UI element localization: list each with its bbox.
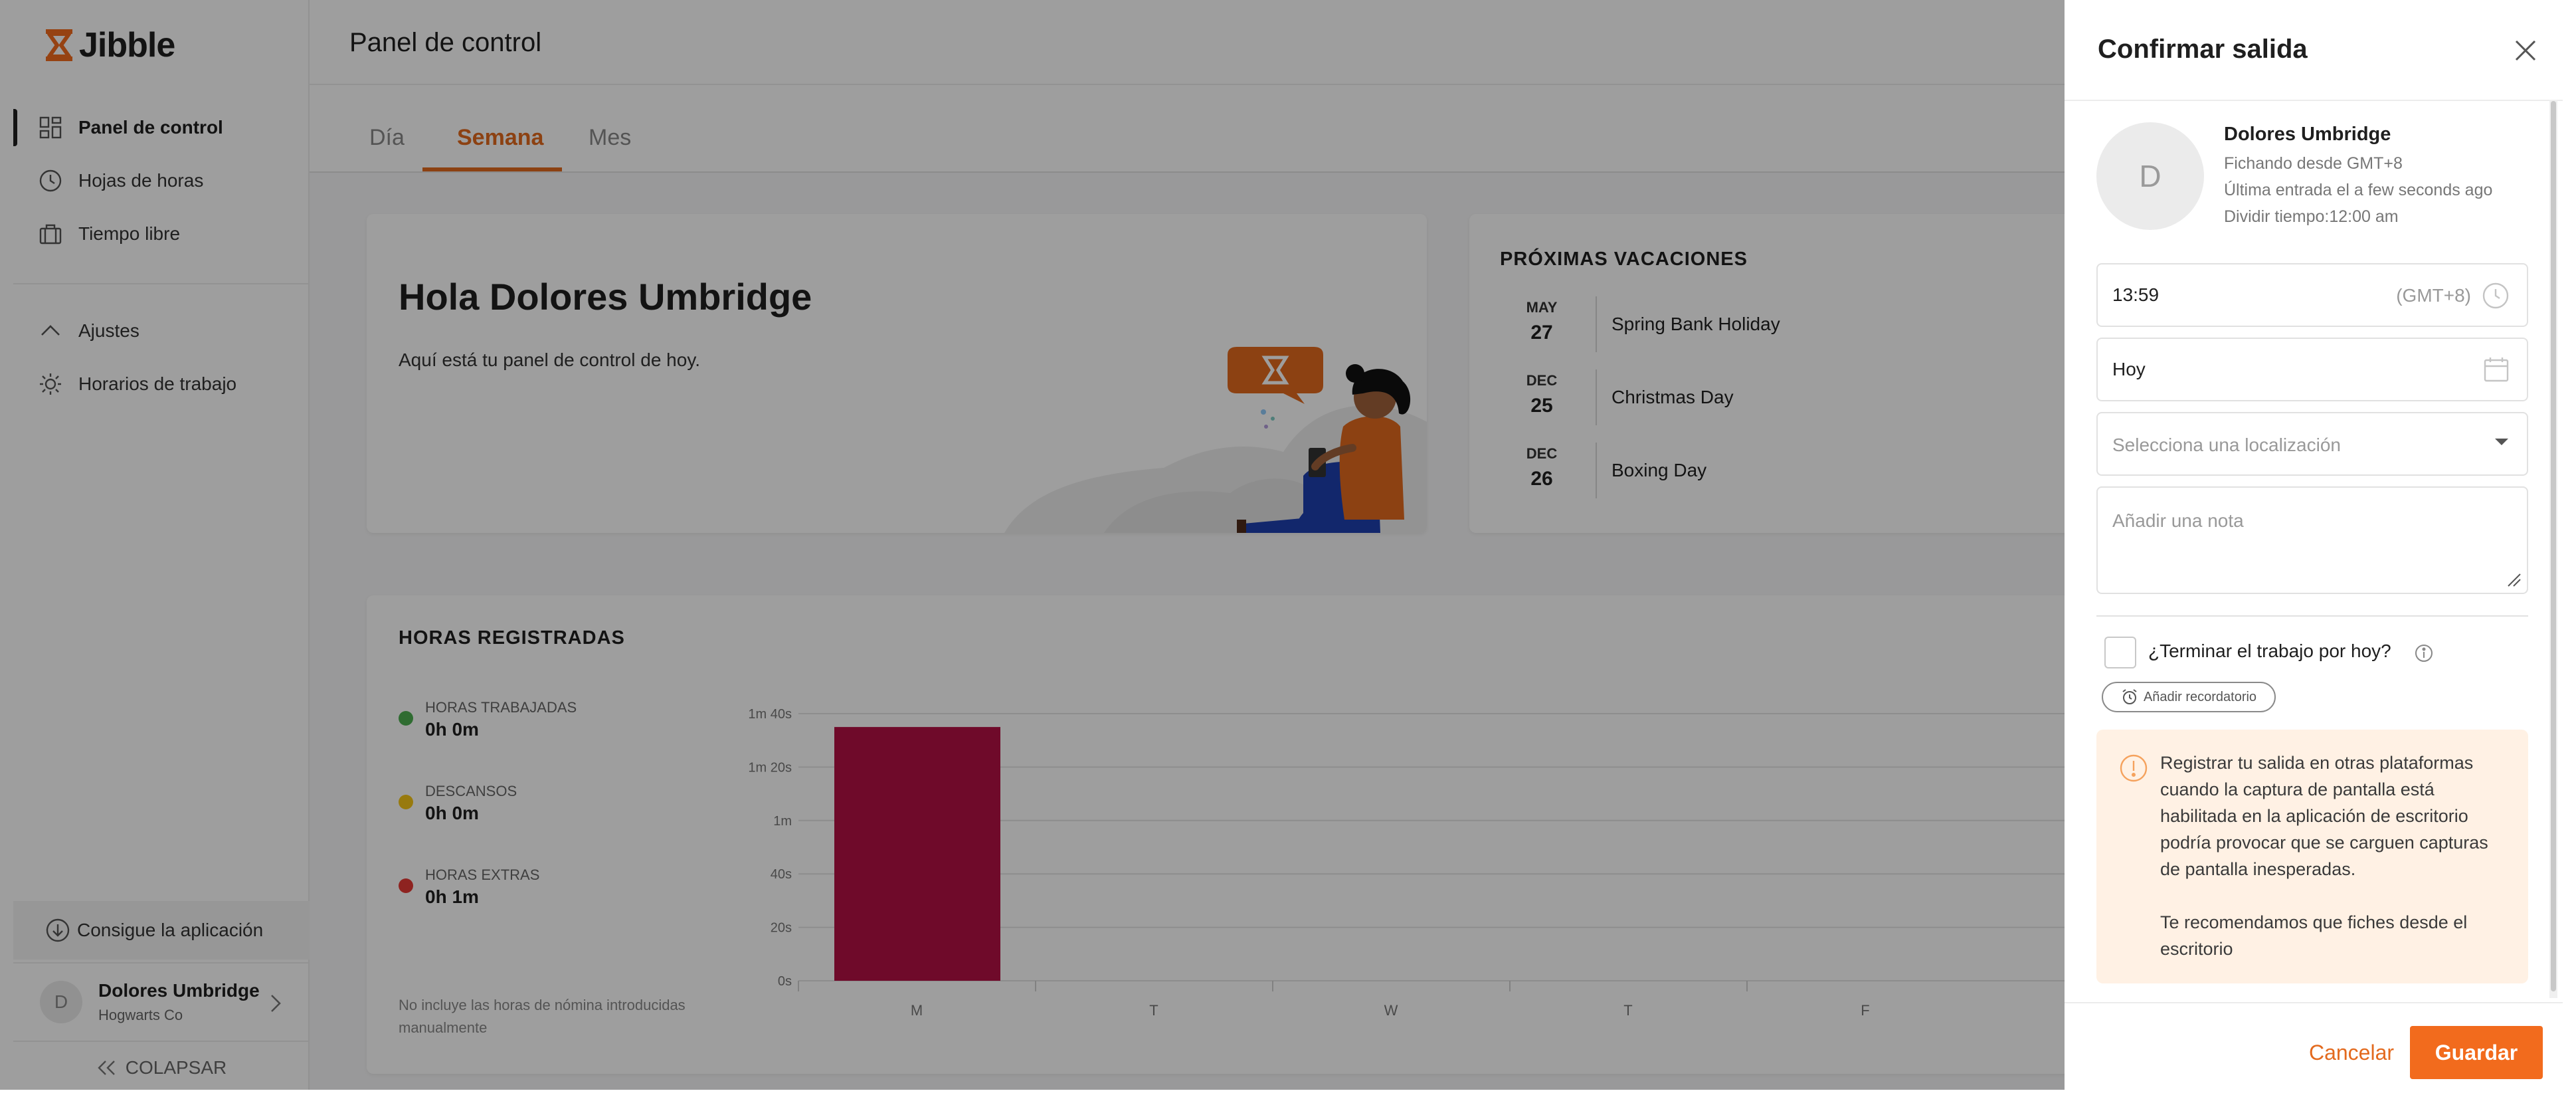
alert-paragraph: Registrar tu salida en otras plataformas… xyxy=(2160,753,2488,879)
member-name: Dolores Umbridge xyxy=(2224,124,2391,145)
last-entry-text: Última entrada el a few seconds ago xyxy=(2224,181,2493,199)
window-bottom-margin xyxy=(0,1090,2576,1115)
end-work-label: ¿Terminar el trabajo por hoy? xyxy=(2148,641,2391,661)
note-textarea[interactable] xyxy=(2098,488,2527,593)
split-time-text: Dividir tiempo:12:00 am xyxy=(2224,207,2399,226)
cancel-button[interactable]: Cancelar xyxy=(2298,1026,2405,1079)
clocking-from-text: Fichando desde GMT+8 xyxy=(2224,154,2403,173)
add-reminder-label: Añadir recordatorio xyxy=(2143,689,2257,704)
drawer-title: Confirmar salida xyxy=(2098,35,2308,64)
resize-handle-icon[interactable] xyxy=(2506,571,2522,587)
location-placeholder: Selecciona una localización xyxy=(2112,435,2341,455)
note-field[interactable] xyxy=(2096,486,2528,594)
scrollbar-thumb[interactable] xyxy=(2551,101,2556,991)
time-input[interactable]: 13:59 (GMT+8) xyxy=(2096,263,2528,327)
screenshot-warning-alert: Registrar tu salida en otras plataformas… xyxy=(2096,730,2528,983)
drawer-divider xyxy=(2065,100,2563,101)
add-reminder-button[interactable]: Añadir recordatorio xyxy=(2102,682,2276,712)
warning-icon xyxy=(2120,754,2148,782)
clock-out-drawer: Confirmar salida D Dolores Umbridge Fich… xyxy=(2065,0,2563,1090)
location-select[interactable]: Selecciona una localización xyxy=(2096,412,2528,476)
date-input[interactable]: Hoy xyxy=(2096,338,2528,401)
avatar: D xyxy=(2096,122,2204,230)
window-right-margin xyxy=(2563,0,2576,1090)
info-icon[interactable] xyxy=(2414,643,2434,663)
timezone-label: (GMT+8) xyxy=(2396,285,2471,306)
time-value: 13:59 xyxy=(2112,284,2160,305)
end-work-checkbox[interactable] xyxy=(2104,637,2136,668)
save-button[interactable]: Guardar xyxy=(2410,1026,2543,1079)
alarm-icon xyxy=(2122,689,2137,704)
alert-text: Registrar tu salida en otras plataformas… xyxy=(2160,750,2506,962)
caret-down-icon xyxy=(2495,439,2508,445)
drawer-divider xyxy=(2096,615,2528,617)
calendar-icon[interactable] xyxy=(2483,356,2510,383)
drawer-scrollbar[interactable] xyxy=(2549,100,2557,998)
alert-paragraph: Te recomendamos que fiches desde el escr… xyxy=(2160,912,2468,959)
clock-icon[interactable] xyxy=(2482,282,2510,310)
close-icon[interactable] xyxy=(2512,37,2539,64)
drawer-footer: Cancelar Guardar xyxy=(2065,1002,2563,1090)
date-value: Hoy xyxy=(2112,359,2146,379)
